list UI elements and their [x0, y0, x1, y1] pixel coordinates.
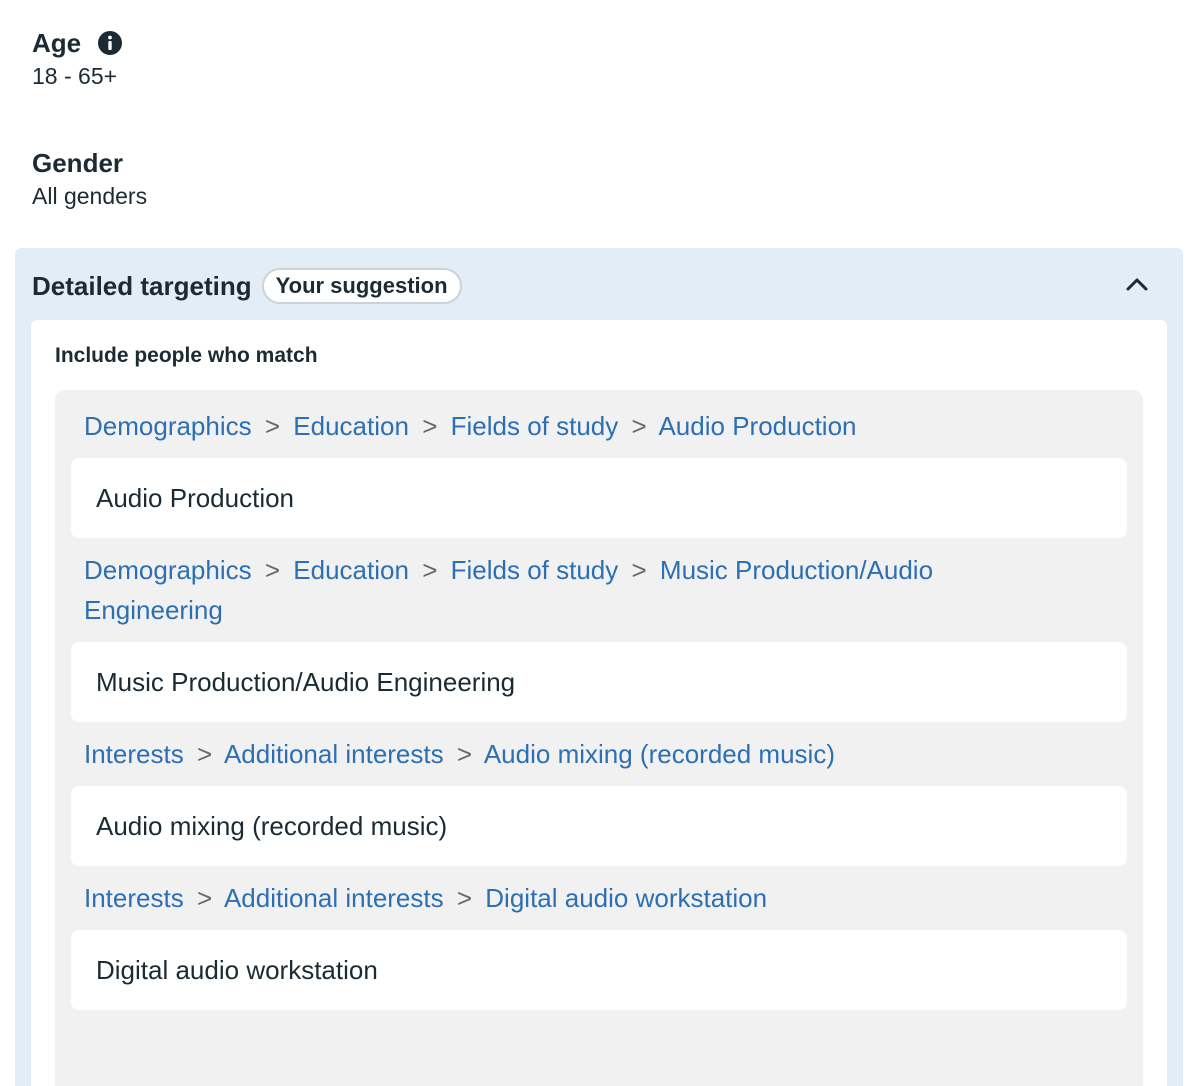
targeting-breadcrumb: Interests > Additional interests > Digit…: [71, 878, 1127, 918]
match-box: Demographics > Education > Fields of stu…: [55, 390, 1143, 1086]
targeting-breadcrumb: Interests > Additional interests > Audio…: [71, 734, 1127, 774]
targeting-item: Audio mixing (recorded music): [71, 786, 1127, 866]
breadcrumb-separator: >: [422, 411, 438, 441]
breadcrumb-separator: >: [631, 411, 647, 441]
breadcrumb-link[interactable]: Audio Production: [658, 411, 856, 441]
detailed-targeting-header: Detailed targeting Your suggestion: [32, 268, 462, 304]
breadcrumb-separator: >: [631, 555, 647, 585]
targeting-breadcrumb: Demographics > Education > Fields of stu…: [71, 550, 1127, 630]
breadcrumb-separator: >: [196, 739, 213, 769]
info-icon[interactable]: [97, 30, 123, 56]
targeting-item: Digital audio workstation: [71, 930, 1127, 1010]
breadcrumb-link[interactable]: Fields of study: [451, 411, 619, 441]
breadcrumb-separator: >: [456, 883, 473, 913]
breadcrumb-link[interactable]: Audio mixing (recorded music): [484, 739, 835, 769]
age-field: Age 18 - 65+: [32, 28, 123, 90]
breadcrumb-link[interactable]: Additional interests: [224, 739, 444, 769]
age-label-row: Age: [32, 28, 123, 58]
breadcrumb-separator: >: [196, 883, 213, 913]
detailed-targeting-title: Detailed targeting: [32, 271, 252, 301]
breadcrumb-separator: >: [264, 411, 281, 441]
breadcrumb-link[interactable]: Digital audio workstation: [485, 883, 767, 913]
targeting-card: Include people who match Demographics > …: [31, 320, 1167, 1086]
targeting-item: Audio Production: [71, 458, 1127, 538]
age-label: Age: [32, 28, 82, 58]
breadcrumb-link[interactable]: Demographics: [84, 411, 252, 441]
targeting-breadcrumb: Demographics > Education > Fields of stu…: [71, 406, 1127, 446]
breadcrumb-link[interactable]: Interests: [84, 739, 184, 769]
breadcrumb-link[interactable]: Interests: [84, 883, 184, 913]
breadcrumb-separator: >: [456, 739, 473, 769]
breadcrumb-link[interactable]: Additional interests: [224, 883, 444, 913]
breadcrumb-separator: >: [422, 555, 438, 585]
detailed-targeting-panel: Detailed targeting Your suggestion Inclu…: [15, 248, 1183, 1086]
match-list: Demographics > Education > Fields of stu…: [71, 406, 1127, 1022]
age-value: 18 - 65+: [32, 63, 118, 89]
breadcrumb-separator: >: [264, 555, 281, 585]
chevron-up-icon: [1126, 278, 1148, 291]
breadcrumb-link[interactable]: Demographics: [84, 555, 252, 585]
gender-value: All genders: [32, 183, 148, 209]
suggestion-badge: Your suggestion: [261, 268, 462, 304]
breadcrumb-link[interactable]: Education: [293, 555, 409, 585]
gender-label: Gender: [32, 148, 124, 178]
targeting-item: Music Production/Audio Engineering: [71, 642, 1127, 722]
gender-field: Gender All genders: [32, 148, 147, 210]
include-label: Include people who match: [55, 344, 318, 367]
breadcrumb-link[interactable]: Education: [293, 411, 409, 441]
audience-details: Age 18 - 65+ Gender All genders Detailed…: [0, 0, 1198, 1086]
collapse-button[interactable]: [1123, 270, 1151, 298]
breadcrumb-link[interactable]: Fields of study: [451, 555, 619, 585]
